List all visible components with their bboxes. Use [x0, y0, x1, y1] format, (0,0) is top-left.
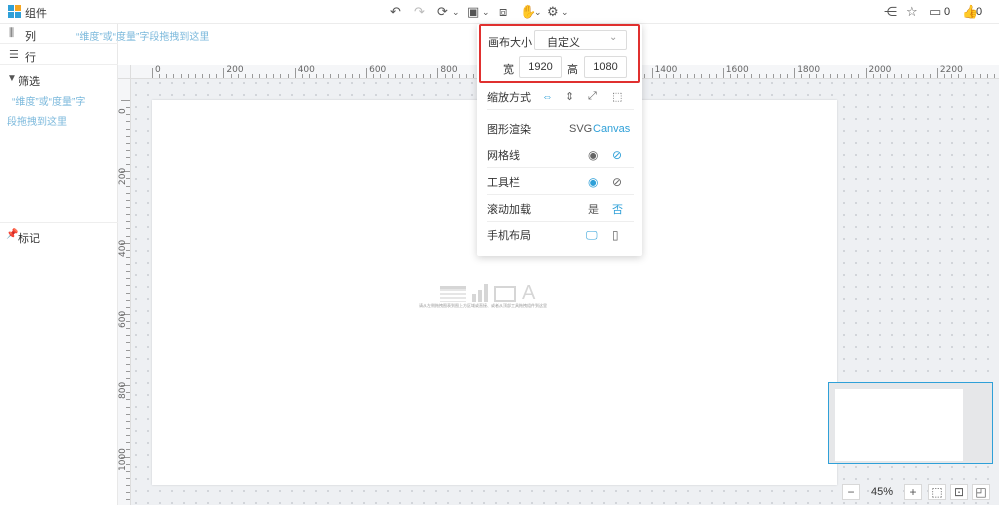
bar-chart-icon	[472, 284, 488, 302]
ruler-h-label: 200	[226, 65, 244, 75]
refresh-icon[interactable]: ⟳	[437, 4, 448, 20]
render-canvas-option[interactable]: Canvas	[593, 123, 630, 135]
ruler-v-label: 600	[118, 310, 128, 328]
chevron-down-icon[interactable]: ⌄	[452, 7, 460, 18]
mobile-row: 手机布局 🖵 ▯	[487, 222, 634, 248]
ruler-v-label: 200	[118, 168, 128, 186]
ruler-v-label: 400	[118, 239, 128, 257]
ruler-h-label: 600	[369, 65, 387, 75]
columns-icon: ⫼	[9, 27, 15, 39]
highlight-box	[479, 24, 640, 83]
ruler-h-label: 0	[155, 65, 161, 75]
settings-gear-icon[interactable]: ⚙	[547, 4, 559, 20]
filter-hint: “维度”或“度量”字	[12, 97, 86, 108]
top-toolbar: 组件 ↶ ↷ ⟳ ⌄ ▣ ⌄ ⧈ ✋ ⌄ ⚙ ⌄ ⋲ ☆ ▭ 0 👍 0	[0, 0, 999, 24]
no-scale-icon[interactable]: ⬚	[612, 90, 622, 103]
actual-size-icon[interactable]: ⊡	[950, 484, 968, 500]
grid-label: 网格线	[487, 149, 520, 162]
comment-count: 0	[944, 6, 951, 18]
filter-hint-line2: 段拖拽到这里	[7, 117, 67, 128]
mark-shelf[interactable]: 📌 标记	[0, 222, 118, 246]
stretch-icon[interactable]: ⤢	[588, 90, 597, 103]
ruler-h-label: 2200	[939, 65, 963, 75]
filter-shelf[interactable]: ▼ 筛选 “维度”或“度量”字 段拖拽到这里	[0, 69, 118, 209]
rows-shelf[interactable]: ☰ 行	[0, 45, 118, 65]
empty-placeholder: A	[440, 282, 550, 304]
redo-icon[interactable]: ↷	[414, 4, 425, 20]
eye-off-icon[interactable]: ⊘	[612, 175, 622, 189]
empty-hint-text: 请从左侧拖拽图表到图上方区域或直接、或者从顶部工具拖拽组件到这里	[419, 303, 547, 308]
scale-row: 缩放方式 ⇔ ⇕ ⤢ ⬚	[487, 84, 634, 110]
scale-label: 缩放方式	[487, 91, 531, 104]
fullscreen-icon[interactable]: ◰	[972, 484, 990, 500]
ruler-h-label: 2000	[868, 65, 892, 75]
eye-icon[interactable]: ◉	[588, 175, 598, 189]
ruler-v-label: 800	[118, 382, 128, 400]
scroll-row: 滚动加载 是 否	[487, 196, 634, 222]
render-row: 图形渲染 SVG Canvas	[487, 116, 634, 142]
fit-width-icon[interactable]: ⇔	[542, 91, 553, 103]
components-icon[interactable]	[8, 5, 21, 18]
fit-height-icon[interactable]: ⇕	[565, 90, 574, 103]
minimap[interactable]	[828, 382, 993, 464]
undo-icon[interactable]: ↶	[390, 4, 401, 20]
scroll-no-option[interactable]: 否	[612, 201, 623, 217]
grid-row: 网格线 ◉ ⊘	[487, 142, 634, 168]
ruler-h-label: 400	[297, 65, 315, 75]
columns-label: 列	[25, 31, 36, 43]
zoom-bar: − 45% + ⬚ ⊡ ◰	[842, 483, 999, 501]
filter-icon: ▼	[7, 73, 17, 84]
ruler-v-label: 0	[118, 108, 128, 114]
ruler-corner	[118, 65, 131, 79]
zoom-value: 45%	[870, 486, 894, 498]
share-icon[interactable]: ⋲	[884, 4, 897, 20]
left-panel: ⫼ 列 ☰ 行 ▼ 筛选 “维度”或“度量”字 段拖拽到这里 📌 标记	[0, 24, 118, 505]
like-count: 0	[976, 6, 983, 18]
chevron-down-icon[interactable]: ⌄	[534, 7, 542, 18]
mark-label: 标记	[18, 233, 40, 245]
comment-icon[interactable]: ▭	[929, 4, 941, 20]
ruler-h-label: 1600	[725, 65, 749, 75]
scroll-yes-option[interactable]: 是	[588, 201, 599, 217]
zoom-out-button[interactable]: −	[842, 484, 860, 500]
screenshot-icon[interactable]: ⧈	[499, 4, 507, 20]
minimap-viewport	[835, 389, 963, 461]
render-label: 图形渲染	[487, 124, 531, 136]
ruler-h-label: 1400	[654, 65, 678, 75]
eye-icon[interactable]: ◉	[588, 148, 598, 162]
image-icon	[494, 286, 516, 302]
star-icon[interactable]: ☆	[906, 4, 918, 20]
ruler-h-label: 1800	[797, 65, 821, 75]
ruler-h-label: 800	[440, 65, 458, 75]
text-icon: A	[522, 282, 536, 304]
pin-icon: 📌	[6, 229, 19, 240]
table-icon	[440, 286, 466, 302]
toolbar-row: 工具栏 ◉ ⊘	[487, 169, 634, 195]
zoom-in-button[interactable]: +	[904, 484, 922, 500]
columns-drop-hint[interactable]: “维度”或“度量”字段拖拽到这里	[76, 28, 209, 43]
render-svg-option[interactable]: SVG	[569, 123, 592, 135]
ruler-v-label: 1000	[118, 447, 128, 471]
toolbar-label: 工具栏	[487, 176, 520, 189]
eye-off-icon[interactable]: ⊘	[612, 148, 622, 162]
chevron-down-icon[interactable]: ⌄	[482, 7, 490, 18]
mobile-icon[interactable]: ▯	[612, 228, 619, 242]
rows-icon: ☰	[9, 49, 19, 61]
save-icon[interactable]: ▣	[467, 4, 479, 20]
fit-screen-icon[interactable]: ⬚	[928, 484, 946, 500]
desktop-icon[interactable]: 🖵	[586, 228, 598, 243]
scroll-label: 滚动加载	[487, 203, 531, 216]
vertical-ruler: 0 200 400 600 800 1000	[118, 79, 131, 505]
chevron-down-icon[interactable]: ⌄	[561, 7, 569, 18]
rows-label: 行	[25, 52, 36, 64]
mobile-label: 手机布局	[487, 230, 531, 242]
filter-label: 筛选	[18, 76, 40, 88]
components-label[interactable]: 组件	[25, 5, 47, 21]
